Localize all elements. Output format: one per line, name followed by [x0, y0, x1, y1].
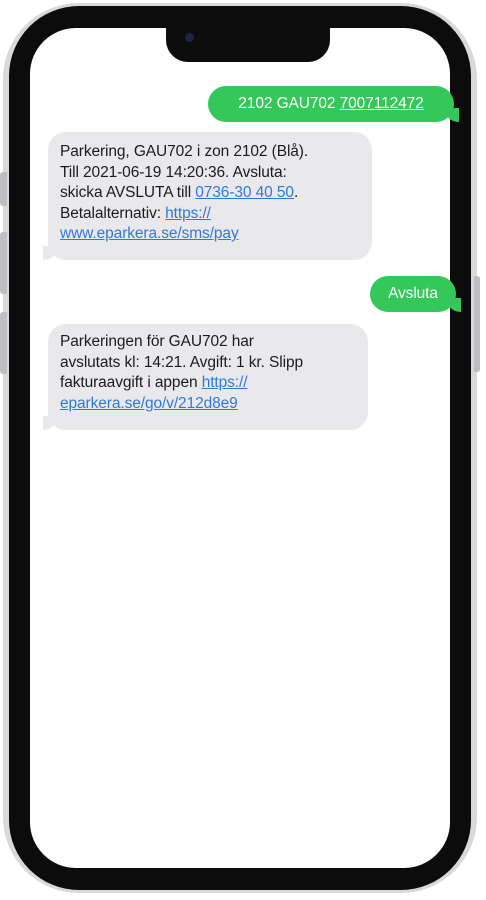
message-line: Parkeringen för GAU702 har	[60, 333, 254, 350]
incoming-message[interactable]: Parkering, GAU702 i zon 2102 (Blå). Till…	[43, 132, 372, 260]
volume-up-button	[0, 232, 7, 294]
url-link[interactable]: eparkera.se/go/v/212d8e9	[60, 395, 238, 412]
message-text: skicka AVSLUTA till	[60, 184, 196, 201]
message-line: skicka AVSLUTA till 0736-30 40 50.	[60, 183, 360, 204]
message-line: Till 2021-06-19 14:20:36. Avsluta:	[60, 163, 287, 181]
phone-number-link[interactable]: 0736-30 40 50	[195, 184, 294, 201]
url-link[interactable]: https://	[165, 205, 211, 222]
outgoing-message[interactable]: Avsluta	[370, 276, 461, 312]
outgoing-message[interactable]: 2102 GAU702 7007112472	[208, 86, 459, 122]
power-button	[474, 276, 480, 372]
message-text: .	[293, 184, 299, 201]
silent-switch	[0, 172, 7, 206]
url-link[interactable]: www.eparkera.se/sms/pay	[60, 225, 239, 242]
message-line: avslutats kl: 14:21. Avgift: 1 kr. Slipp	[60, 353, 303, 371]
phone-number-link[interactable]: 7007112472	[340, 95, 424, 112]
incoming-message[interactable]: Parkeringen för GAU702 har avslutats kl:…	[43, 324, 368, 430]
message-line: Parkering, GAU702 i zon 2102 (Blå).	[60, 143, 309, 160]
url-link[interactable]: https://	[202, 374, 248, 391]
message-line: eparkera.se/go/v/212d8e9	[60, 394, 356, 415]
message-text: Avsluta	[388, 285, 438, 302]
message-text: 2102 GAU702	[238, 95, 340, 112]
message-line: www.eparkera.se/sms/pay	[60, 224, 360, 245]
notch	[166, 22, 330, 62]
message-line: Betalalternativ: https://	[60, 204, 360, 225]
message-line: fakturaavgift i appen https://	[60, 373, 356, 394]
camera-icon	[185, 33, 194, 42]
message-text: fakturaavgift i appen	[60, 374, 202, 391]
volume-down-button	[0, 312, 7, 374]
message-text: Betalalternativ:	[60, 204, 166, 222]
